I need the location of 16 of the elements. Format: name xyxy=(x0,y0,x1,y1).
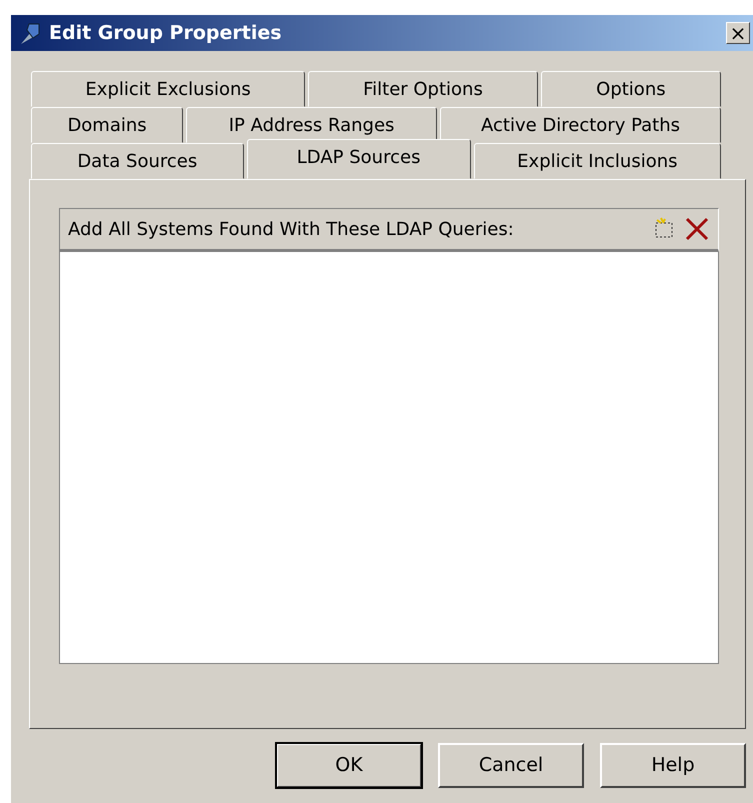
delete-icon[interactable] xyxy=(684,216,710,242)
tab[interactable]: Data Sources xyxy=(31,143,244,179)
tab[interactable]: Explicit Inclusions xyxy=(474,143,721,179)
ok-button[interactable]: OK xyxy=(276,743,422,788)
tab[interactable]: IP Address Ranges xyxy=(186,107,438,143)
close-button[interactable]: × xyxy=(726,22,750,44)
help-button[interactable]: Help xyxy=(600,743,746,788)
tab[interactable]: Filter Options xyxy=(308,71,538,107)
cancel-button[interactable]: Cancel xyxy=(438,743,584,788)
tab[interactable]: Options xyxy=(540,71,721,107)
tab[interactable]: Active Directory Paths xyxy=(440,107,721,143)
tab[interactable]: LDAP Sources xyxy=(246,139,471,179)
tab[interactable]: Explicit Exclusions xyxy=(31,71,306,107)
window-title: Edit Group Properties xyxy=(49,20,282,46)
list-title: Add All Systems Found With These LDAP Queries: xyxy=(68,218,514,242)
tab[interactable]: Domains xyxy=(31,107,184,143)
